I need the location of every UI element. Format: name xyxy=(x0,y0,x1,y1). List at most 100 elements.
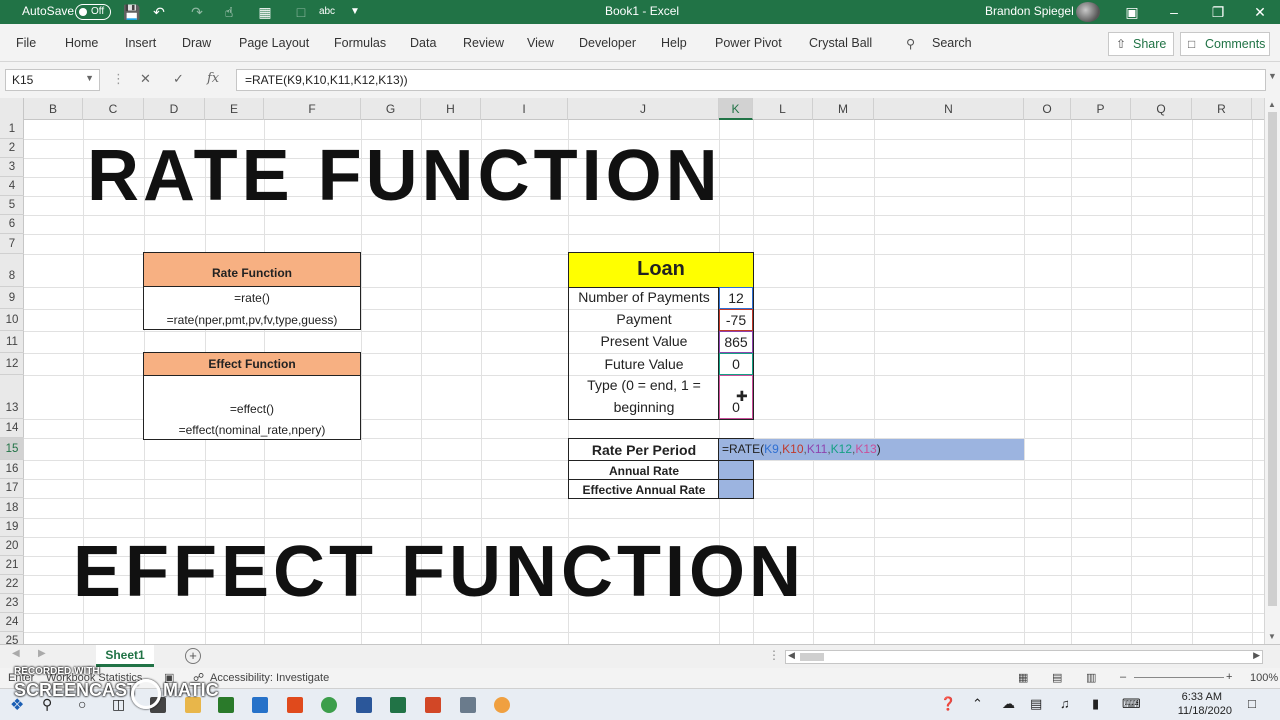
column-header-g[interactable]: G xyxy=(361,98,421,120)
worksheet-grid[interactable]: B C D E F G H I J K L M N O P Q R 1 2 3 … xyxy=(0,98,1280,646)
row-header[interactable]: 14 xyxy=(0,419,24,438)
volume-icon[interactable]: ♫ xyxy=(1060,696,1070,711)
row-header[interactable]: 15 xyxy=(0,438,24,460)
screencast-icon[interactable] xyxy=(494,697,510,713)
notifications-icon[interactable]: □ xyxy=(1248,696,1256,711)
user-avatar[interactable] xyxy=(1076,2,1100,22)
search-label[interactable]: Search xyxy=(932,36,972,50)
column-header-b[interactable]: B xyxy=(24,98,83,120)
tab-help[interactable]: Help xyxy=(661,36,687,50)
tab-review[interactable]: Review xyxy=(463,36,504,50)
zoom-in-icon[interactable]: + xyxy=(1226,671,1232,683)
row-header[interactable]: 16 xyxy=(0,460,24,479)
accessibility-status[interactable]: Accessibility: Investigate xyxy=(210,672,329,684)
page-break-view-icon[interactable]: ▥ xyxy=(1086,671,1096,684)
mail-app-icon[interactable] xyxy=(252,697,268,713)
tab-page-layout[interactable]: Page Layout xyxy=(239,36,309,50)
select-all-corner[interactable] xyxy=(0,98,24,120)
scroll-left-icon[interactable]: ◀ xyxy=(788,650,795,661)
tab-crystal-ball[interactable]: Crystal Ball xyxy=(809,36,872,50)
store-app-icon[interactable] xyxy=(218,697,234,713)
tray-expand-icon[interactable]: ⌃ xyxy=(972,696,983,712)
column-header-n[interactable]: N xyxy=(874,98,1024,120)
row-header[interactable]: 5 xyxy=(0,196,24,215)
tab-formulas[interactable]: Formulas xyxy=(334,36,386,50)
ribbon-display-icon[interactable]: ▣ xyxy=(1122,2,1142,22)
keyboard-icon[interactable]: ⌨ xyxy=(1122,696,1141,712)
column-header-j[interactable]: J xyxy=(568,98,719,120)
present-value-cell[interactable]: 865 xyxy=(719,331,753,353)
clock-time[interactable]: 6:33 AM xyxy=(1160,691,1222,703)
column-header-d[interactable]: D xyxy=(144,98,205,120)
autosave-toggle[interactable]: Off xyxy=(75,4,111,20)
column-header-c[interactable]: C xyxy=(83,98,144,120)
scroll-right-icon[interactable]: ▶ xyxy=(1253,650,1260,661)
row-header[interactable]: 23 xyxy=(0,594,24,613)
column-header-l[interactable]: L xyxy=(753,98,813,120)
name-box[interactable]: K15 ▼ xyxy=(5,69,100,91)
row-header[interactable]: 7 xyxy=(0,234,24,254)
column-header-i[interactable]: I xyxy=(481,98,568,120)
horizontal-scrollbar[interactable]: ◀ ▶ xyxy=(785,650,1263,664)
scroll-up-icon[interactable]: ▲ xyxy=(1268,100,1276,109)
spelling-icon[interactable]: abc xyxy=(318,3,336,21)
nper-value-cell[interactable]: 12 xyxy=(719,287,753,309)
confirm-entry-icon[interactable]: ✓ xyxy=(173,71,184,87)
column-header-r[interactable]: R xyxy=(1192,98,1252,120)
row-header[interactable]: 3 xyxy=(0,158,24,177)
normal-view-icon[interactable]: ▦ xyxy=(1018,671,1028,684)
row-header[interactable]: 6 xyxy=(0,215,24,234)
zoom-slider[interactable] xyxy=(1134,677,1224,678)
row-header[interactable]: 2 xyxy=(0,139,24,158)
zoom-level[interactable]: 100% xyxy=(1250,672,1278,684)
row-header[interactable]: 18 xyxy=(0,498,24,518)
battery-icon[interactable]: ▮ xyxy=(1092,696,1099,712)
row-header[interactable]: 19 xyxy=(0,518,24,537)
cancel-entry-icon[interactable]: ✕ xyxy=(140,71,151,87)
tab-file[interactable]: File xyxy=(16,36,36,50)
sheet-tab-sheet1[interactable]: Sheet1 xyxy=(96,645,154,667)
tab-insert[interactable]: Insert xyxy=(125,36,156,50)
restore-icon[interactable]: ❐ xyxy=(1208,2,1228,22)
comments-button[interactable]: □ Comments xyxy=(1180,32,1270,56)
row-header[interactable]: 17 xyxy=(0,479,24,498)
tab-view[interactable]: View xyxy=(527,36,554,50)
column-header-m[interactable]: M xyxy=(813,98,874,120)
expand-formula-bar-icon[interactable]: ▼ xyxy=(1268,71,1277,81)
row-header[interactable]: 9 xyxy=(0,287,24,309)
minimize-icon[interactable]: – xyxy=(1164,2,1184,22)
onedrive-icon[interactable]: ☁ xyxy=(1002,696,1015,712)
horizontal-scroll-thumb[interactable] xyxy=(800,653,824,661)
zoom-out-icon[interactable]: – xyxy=(1120,671,1126,683)
touch-mode-icon[interactable]: ☝ xyxy=(220,3,238,21)
user-name[interactable]: Brandon Spiegel xyxy=(985,4,1074,18)
row-header[interactable]: 8 xyxy=(0,254,24,287)
word-icon[interactable] xyxy=(356,697,372,713)
tab-power-pivot[interactable]: Power Pivot xyxy=(715,36,782,50)
calculator-icon[interactable] xyxy=(460,697,476,713)
add-sheet-icon[interactable]: + xyxy=(185,648,201,664)
column-header-e[interactable]: E xyxy=(205,98,264,120)
office-app-icon[interactable] xyxy=(287,697,303,713)
next-sheet-icon[interactable]: ▶ xyxy=(38,648,46,659)
tab-home[interactable]: Home xyxy=(65,36,98,50)
redo-icon[interactable]: ↷ xyxy=(188,3,206,21)
tab-draw[interactable]: Draw xyxy=(182,36,211,50)
save-icon[interactable]: 💾 xyxy=(123,3,141,21)
tab-developer[interactable]: Developer xyxy=(579,36,636,50)
share-button[interactable]: ⇧ Share xyxy=(1108,32,1174,56)
column-header-p[interactable]: P xyxy=(1071,98,1131,120)
future-value-cell[interactable]: 0 xyxy=(719,353,753,375)
row-header[interactable]: 20 xyxy=(0,537,24,556)
column-header-q[interactable]: Q xyxy=(1131,98,1192,120)
close-icon[interactable]: ✕ xyxy=(1250,2,1270,22)
clock-date[interactable]: 11/18/2020 xyxy=(1160,705,1232,717)
row-header[interactable]: 10 xyxy=(0,309,24,331)
row-header[interactable]: 24 xyxy=(0,613,24,632)
screenshot-icon[interactable]: ▦ xyxy=(256,3,274,21)
tab-data[interactable]: Data xyxy=(410,36,436,50)
column-header-f[interactable]: F xyxy=(264,98,361,120)
help-icon[interactable]: ❓ xyxy=(940,696,956,712)
row-header[interactable]: 12 xyxy=(0,353,24,375)
vertical-scrollbar[interactable]: ▲ ▼ xyxy=(1264,98,1280,646)
